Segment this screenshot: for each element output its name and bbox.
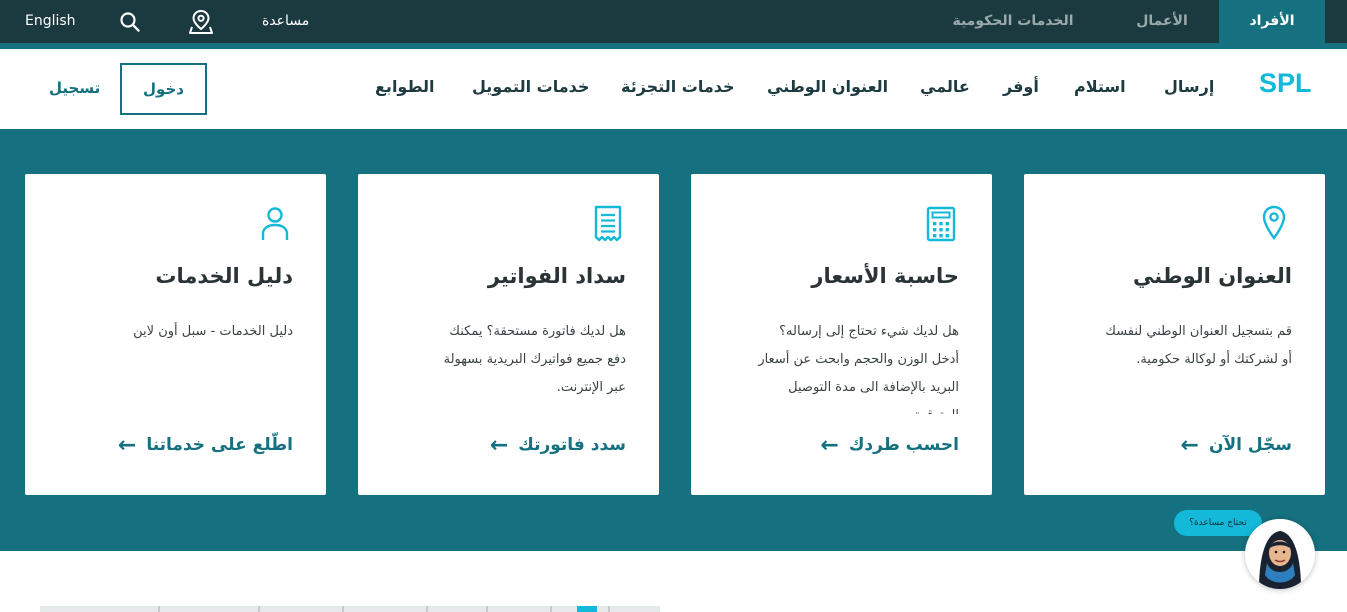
receipt-icon (594, 205, 622, 242)
card-description: دليل الخدمات - سبل أون لاين (48, 318, 293, 414)
map-location-icon[interactable] (188, 9, 214, 35)
strip-divider (486, 606, 488, 612)
card-description-line: البريد بالإضافة الى مدة التوصيل (788, 380, 959, 395)
card-price-calculator: حاسبة الأسعار هل لديك شيء تحتاج إلى إرسا… (691, 174, 992, 495)
card-description-line: أدخل الوزن والحجم وابحث عن أسعار (758, 352, 959, 367)
strip-active-indicator[interactable] (577, 606, 597, 612)
svg-text:SPL: SPL (1259, 68, 1312, 98)
card-description: قم بتسجيل العنوان الوطني لنفسك أو لشركتك… (1047, 318, 1292, 414)
card-description-line: دليل الخدمات - سبل أون لاين (133, 324, 293, 339)
card-title: حاسبة الأسعار (811, 264, 959, 288)
tab-government-services[interactable]: الخدمات الحكومية (948, 0, 1078, 43)
strip-divider (550, 606, 552, 612)
strip-divider (342, 606, 344, 612)
login-button[interactable]: دخول (120, 63, 207, 115)
arrow-left-icon: ← (1180, 433, 1199, 458)
nav-item-stamps[interactable]: الطوابع (375, 77, 435, 96)
next-section-strip (40, 606, 660, 612)
strip-divider (258, 606, 260, 612)
nav-item-save[interactable]: أوفر (1003, 77, 1039, 96)
arrow-left-icon: ← (489, 433, 509, 458)
card-link-label: احسب طردك (848, 435, 959, 455)
nav-item-send[interactable]: إرسال (1164, 77, 1214, 96)
arrow-left-icon: ← (117, 433, 137, 458)
chat-assistant-avatar[interactable] (1245, 519, 1315, 589)
card-link-label: سجّل الآن (1208, 435, 1292, 455)
card-title: سداد الفواتير (487, 264, 626, 288)
top-utility-bar: English مساعدة الخدمات الحكومية الأعمال … (0, 0, 1347, 43)
card-title: دليل الخدمات (155, 264, 293, 288)
card-description-line: دفع جميع فواتيرك البريدية بسهولة (443, 352, 626, 367)
nav-item-national-address[interactable]: العنوان الوطني (767, 77, 888, 96)
strip-divider (158, 606, 160, 612)
main-navigation: SPL سبل إرسال استلام أوفر عالمي العنوان … (0, 49, 1347, 129)
assistant-avatar-icon (1245, 519, 1315, 589)
strip-divider (608, 606, 610, 612)
arrow-left-icon: ← (820, 433, 839, 458)
strip-divider (426, 606, 428, 612)
card-description-line: هل لديك فاتورة مستحقة؟ يمكنك (449, 324, 626, 339)
location-pin-icon (1262, 205, 1286, 240)
card-description: هل لديك فاتورة مستحقة؟ يمكنك دفع جميع فو… (381, 318, 626, 414)
help-link[interactable]: مساعدة (262, 13, 309, 29)
card-description-line: قم بتسجيل العنوان الوطني لنفسك (1105, 324, 1292, 339)
chat-help-bubble[interactable]: تحتاج مساعدة؟ (1174, 510, 1262, 536)
card-link-label: اطّلع على خدماتنا (146, 435, 293, 455)
search-icon[interactable] (119, 11, 141, 33)
tab-individuals[interactable]: الأفراد (1219, 0, 1325, 43)
card-description-line: أو لشركتك أو لوكالة حكومية. (1136, 352, 1292, 367)
register-now-link[interactable]: سجّل الآن ← (1181, 433, 1293, 458)
pay-bill-link[interactable]: سدد فاتورتك ← (490, 433, 626, 458)
view-services-link[interactable]: اطّلع على خدماتنا ← (118, 433, 293, 458)
card-title: العنوان الوطني (1133, 264, 1292, 288)
register-link[interactable]: تسجيل (49, 79, 100, 97)
card-description-line: عبر الإنترنت. (556, 380, 626, 395)
nav-item-finance-services[interactable]: خدمات التمويل (472, 77, 589, 96)
calculate-parcel-link[interactable]: احسب طردك ← (820, 433, 959, 458)
card-description-line: هل لديك شيء تحتاج إلى إرساله؟ (779, 324, 959, 339)
card-services-guide: دليل الخدمات دليل الخدمات - سبل أون لاين… (25, 174, 326, 495)
spl-logo[interactable]: SPL سبل (1256, 67, 1334, 113)
card-bill-payment: سداد الفواتير هل لديك فاتورة مستحقة؟ يمك… (358, 174, 659, 495)
card-description: هل لديك شيء تحتاج إلى إرساله؟ أدخل الوزن… (714, 318, 959, 414)
card-national-address: العنوان الوطني قم بتسجيل العنوان الوطني … (1024, 174, 1325, 495)
nav-item-receive[interactable]: استلام (1074, 77, 1126, 96)
nav-item-global[interactable]: عالمي (920, 77, 970, 96)
card-description-line: المتوقعة (714, 402, 959, 414)
language-switch-link[interactable]: English (25, 13, 76, 29)
tab-business[interactable]: الأعمال (1128, 0, 1196, 43)
person-icon (261, 207, 289, 240)
calculator-icon (926, 206, 956, 242)
nav-item-retail-services[interactable]: خدمات التجزئة (621, 77, 735, 96)
card-link-label: سدد فاتورتك (518, 435, 626, 455)
